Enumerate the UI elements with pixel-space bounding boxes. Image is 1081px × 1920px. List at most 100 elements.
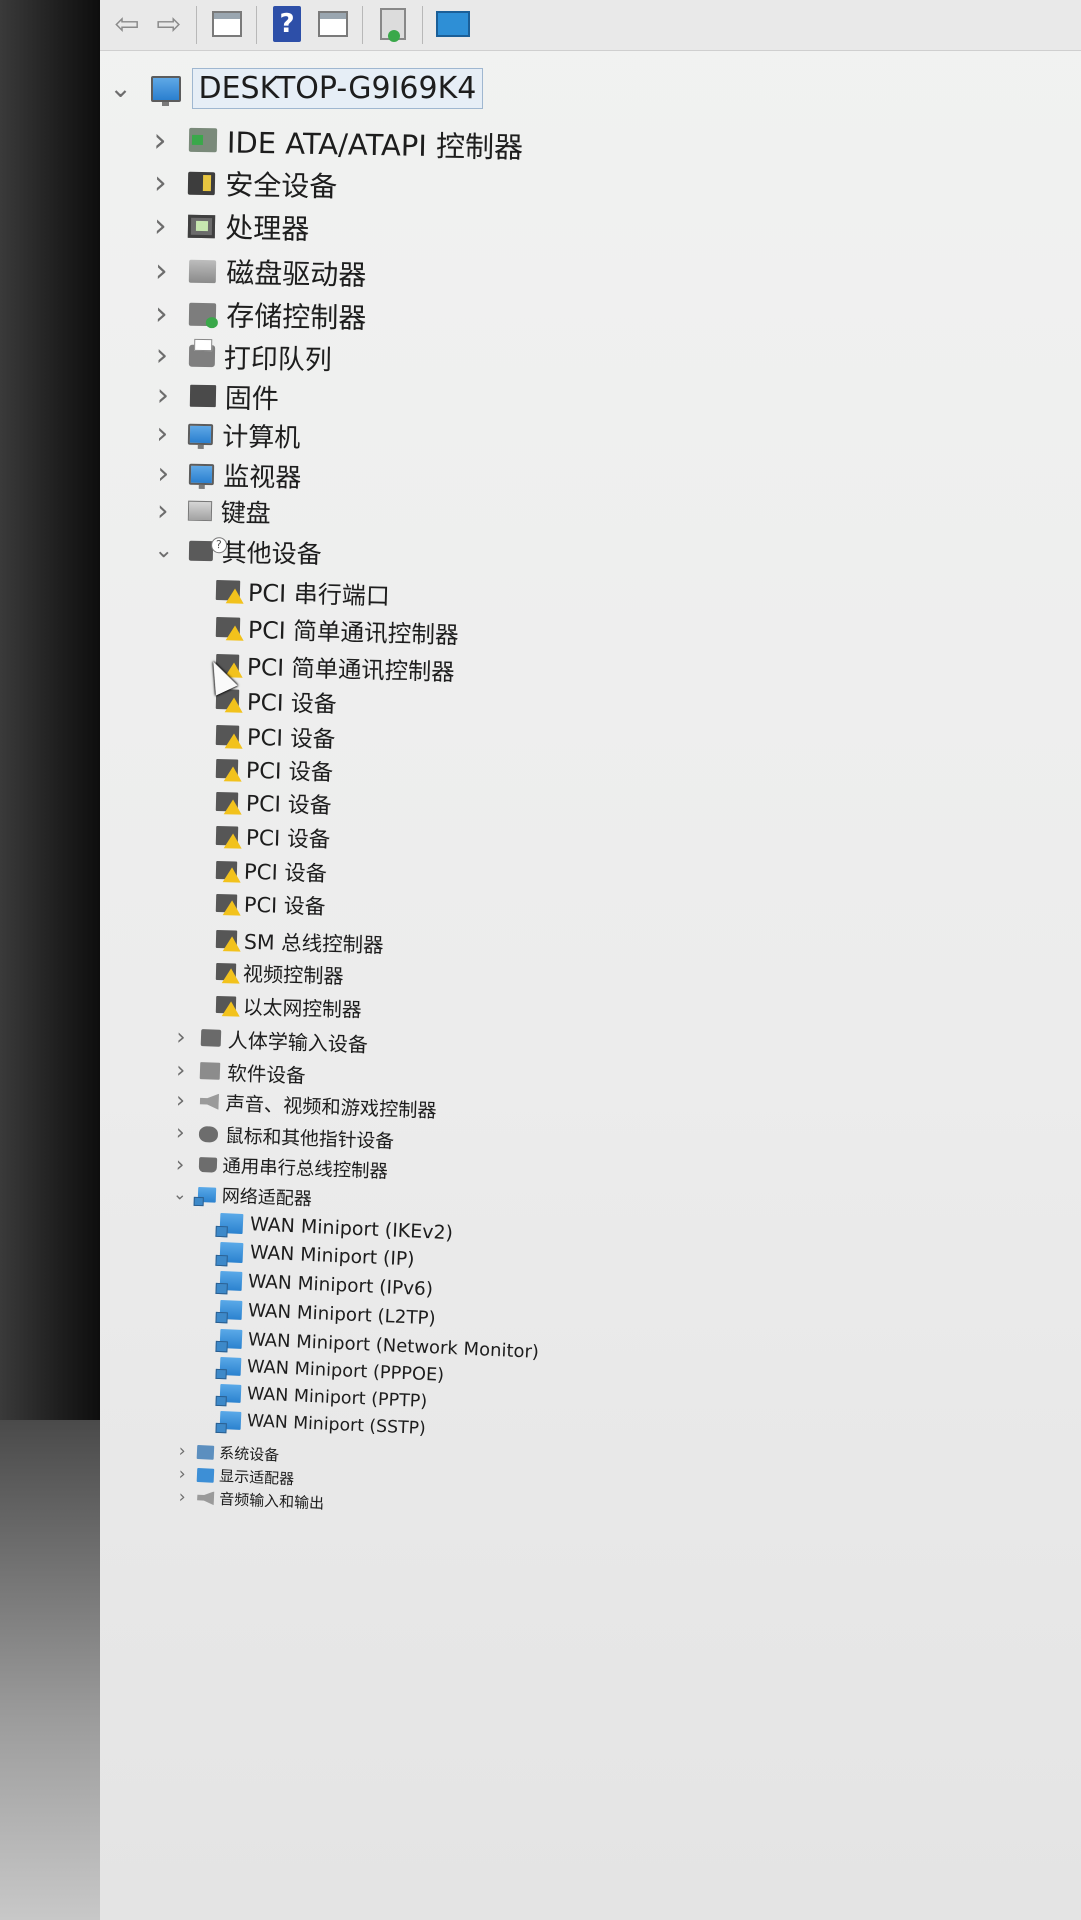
sound-icon — [199, 1093, 219, 1110]
warning-device-icon — [215, 826, 239, 846]
other-device-item[interactable]: SM 总线控制器 — [215, 924, 384, 958]
tree-category[interactable]: › 计算机 — [148, 415, 301, 455]
other-device-item[interactable]: PCI 设备 — [215, 854, 328, 888]
chevron-right-icon[interactable]: › — [170, 1057, 192, 1084]
network-adapter-item[interactable]: WAN Miniport (IP) — [219, 1241, 415, 1270]
tree-item-label: 处理器 — [225, 211, 310, 246]
chevron-right-icon[interactable]: › — [144, 163, 175, 202]
warning-device-icon — [215, 758, 239, 779]
other-device-item[interactable]: PCI 简单通讯控制器 — [215, 610, 460, 650]
device-manager-window: ⇦ ⇨ ? ⌄ DESKTOP-G9I69K4 › IDE ATA/ATAPI 控制器… — [100, 0, 1081, 1920]
monitor-scan-icon[interactable] — [432, 4, 474, 44]
tree-category[interactable]: › 固件 — [147, 375, 279, 416]
tree-category[interactable]: › 存储控制器 — [146, 293, 367, 337]
chevron-right-icon[interactable]: › — [170, 1024, 193, 1051]
tree-category[interactable]: › 监视器 — [148, 455, 301, 495]
tree-item-label: 打印队列 — [223, 343, 333, 377]
chevron-right-icon[interactable]: › — [148, 416, 177, 451]
back-arrow-icon[interactable]: ⇦ — [106, 4, 148, 44]
tree-item-label: PCI 简单通讯控制器 — [247, 615, 459, 650]
chevron-right-icon[interactable]: › — [147, 377, 177, 414]
chevron-down-icon[interactable]: ⌄ — [150, 537, 178, 563]
software-device-icon — [200, 1062, 221, 1080]
network-adapter-item[interactable]: WAN Miniport (IPv6) — [219, 1270, 433, 1300]
tree-item-label: PCI 设备 — [245, 757, 334, 787]
tree-item-label: 磁盘驱动器 — [225, 256, 367, 292]
chevron-right-icon[interactable]: › — [146, 294, 177, 333]
network-adapter-item[interactable]: WAN Miniport (PPPOE) — [219, 1356, 444, 1386]
other-device-item[interactable]: 视频控制器 — [215, 957, 344, 989]
warning-device-icon — [215, 617, 241, 638]
tree-category[interactable]: › 键盘 — [149, 492, 271, 530]
network-adapter-item[interactable]: WAN Miniport (IKEv2) — [219, 1212, 453, 1244]
tree-item-label: 鼠标和其他指针设备 — [224, 1125, 395, 1153]
tree-item-label: 计算机 — [222, 422, 301, 454]
other-device-item[interactable]: PCI 设备 — [215, 718, 336, 754]
other-device-item[interactable]: PCI 设备 — [215, 888, 326, 921]
help-icon[interactable]: ? — [266, 4, 308, 44]
tree-item-label: 视频控制器 — [242, 961, 344, 989]
usb-icon — [198, 1156, 217, 1173]
chevron-right-icon[interactable]: › — [147, 337, 177, 374]
tree-item-label: 固件 — [224, 383, 279, 416]
tree-category[interactable]: › IDE ATA/ATAPI 控制器 — [144, 118, 524, 167]
chevron-down-icon[interactable]: ⌄ — [104, 73, 137, 104]
other-device-item[interactable]: PCI 设备 — [215, 752, 334, 787]
tree-category[interactable]: › 人体学输入设备 — [169, 1022, 368, 1058]
tree-category[interactable]: › 打印队列 — [147, 335, 332, 377]
chevron-right-icon[interactable]: › — [145, 206, 176, 245]
warning-device-icon — [215, 724, 240, 746]
tree-category[interactable]: ⌄ 网络适配器 — [170, 1180, 313, 1211]
tree-category[interactable]: › 软件设备 — [169, 1055, 306, 1089]
chevron-right-icon[interactable]: › — [148, 456, 177, 491]
properties-icon[interactable] — [206, 4, 248, 44]
tree-category[interactable]: ⌄ 其他设备 — [150, 532, 322, 571]
other-device-item[interactable]: PCI 简单通讯控制器 — [215, 647, 455, 687]
tree-category[interactable]: › 鼠标和其他指针设备 — [170, 1119, 395, 1154]
chevron-right-icon[interactable]: › — [170, 1088, 192, 1114]
warning-device-icon — [215, 579, 241, 601]
tree-category[interactable]: › 通用串行总线控制器 — [170, 1150, 389, 1184]
tree-category[interactable]: › 磁盘驱动器 — [145, 250, 366, 294]
chevron-right-icon[interactable]: › — [170, 1120, 192, 1146]
tree-item-label: 监视器 — [222, 462, 302, 494]
tree-category[interactable]: › 音频输入和输出 — [174, 1486, 325, 1514]
mouse-icon — [198, 1125, 219, 1143]
view-icon[interactable] — [312, 4, 354, 44]
chevron-right-icon[interactable]: › — [170, 1151, 191, 1177]
other-device-item[interactable]: PCI 串行端口 — [215, 572, 391, 612]
hid-icon — [200, 1029, 222, 1047]
chevron-right-icon[interactable]: › — [144, 120, 177, 160]
tree-root[interactable]: ⌄ DESKTOP-G9I69K4 — [104, 68, 484, 109]
network-adapter-item[interactable]: WAN Miniport (SSTP) — [219, 1410, 426, 1439]
network-card-icon — [219, 1329, 243, 1349]
processor-icon — [188, 214, 216, 238]
network-adapter-item[interactable]: WAN Miniport (PPTP) — [219, 1383, 428, 1412]
network-card-icon — [219, 1384, 242, 1403]
monitor-icon — [188, 463, 215, 486]
tree-category[interactable]: › 系统设备 — [174, 1440, 280, 1466]
chevron-right-icon[interactable]: › — [145, 251, 176, 290]
other-device-item[interactable]: PCI 设备 — [215, 786, 332, 820]
tree-category[interactable]: › 安全设备 — [144, 162, 337, 205]
printer-icon — [188, 344, 216, 367]
forward-arrow-icon[interactable]: ⇨ — [148, 4, 190, 44]
tree-item-label: 网络适配器 — [221, 1185, 313, 1210]
tree-item-label: 显示适配器 — [218, 1466, 295, 1489]
chevron-right-icon[interactable]: › — [174, 1487, 191, 1508]
network-adapter-item[interactable]: WAN Miniport (L2TP) — [219, 1299, 436, 1329]
other-device-item[interactable]: PCI 设备 — [215, 682, 338, 719]
display-adapter-icon — [196, 1467, 215, 1483]
other-device-item[interactable]: PCI 设备 — [215, 820, 331, 854]
chevron-right-icon[interactable]: › — [174, 1441, 191, 1462]
other-device-item[interactable]: 以太网控制器 — [215, 990, 362, 1023]
chevron-right-icon[interactable]: › — [149, 493, 177, 527]
tree-category[interactable]: › 处理器 — [145, 205, 310, 248]
tree-category[interactable]: › 声音、视频和游戏控制器 — [170, 1086, 438, 1123]
chevron-down-icon[interactable]: ⌄ — [170, 1184, 190, 1204]
network-adapter-icon — [197, 1186, 217, 1203]
tree-item-label: PCI 设备 — [246, 724, 336, 754]
tree-category[interactable]: › 显示适配器 — [174, 1463, 295, 1489]
update-driver-icon[interactable] — [372, 4, 414, 44]
chevron-right-icon[interactable]: › — [174, 1464, 191, 1485]
